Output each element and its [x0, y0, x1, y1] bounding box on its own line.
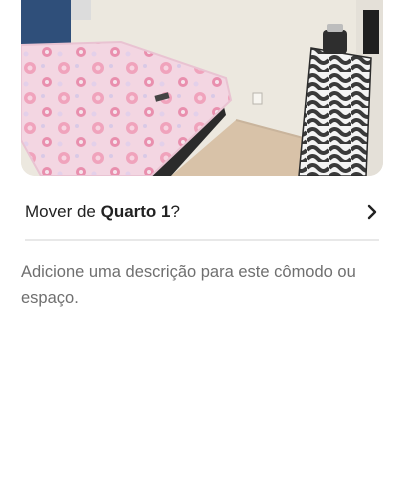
room-photo-image	[21, 0, 383, 176]
divider	[25, 239, 379, 241]
move-room-row[interactable]: Mover de Quarto 1?	[25, 196, 379, 228]
description-placeholder[interactable]: Adicione uma descrição para este cômodo …	[21, 259, 387, 311]
move-suffix: ?	[170, 202, 180, 221]
move-prefix: Mover de	[25, 202, 101, 221]
photo-detail-page: Mover de Quarto 1? Adicione uma descriçã…	[0, 0, 404, 500]
room-name: Quarto 1	[100, 202, 171, 221]
move-room-label: Mover de Quarto 1?	[25, 202, 180, 222]
room-photo[interactable]	[21, 0, 383, 176]
chevron-right-icon	[365, 203, 379, 221]
